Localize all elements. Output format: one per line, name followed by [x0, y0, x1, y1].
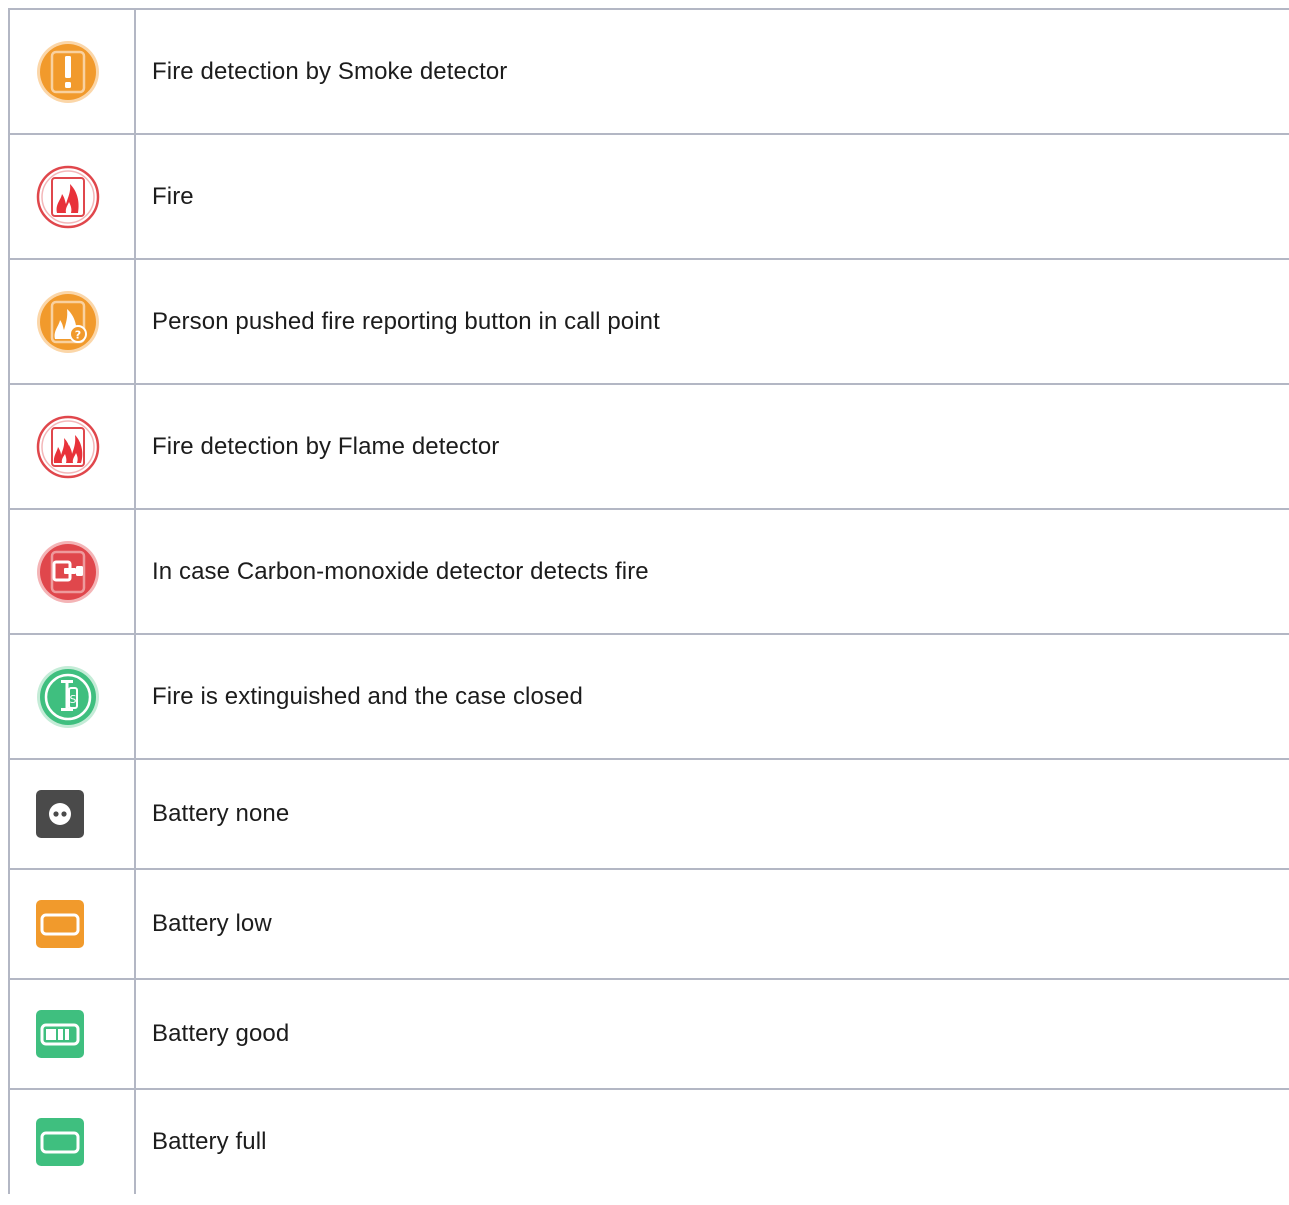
icon-cell	[8, 868, 136, 980]
table-row: ? Person pushed fire reporting button in…	[8, 258, 1289, 385]
icon-cell	[8, 978, 136, 1090]
table-row: S Fire is extinguished and the case clos…	[8, 633, 1289, 760]
fire-icon	[35, 164, 159, 230]
legend-label: In case Carbon-monoxide detector detects…	[134, 508, 1289, 635]
icon-cell	[8, 758, 136, 870]
smoke-alert-icon	[35, 39, 159, 105]
co-detector-icon	[35, 539, 159, 605]
table-row: Battery low	[8, 868, 1289, 980]
legend-label: Person pushed fire reporting button in c…	[134, 258, 1289, 385]
icon-cell	[8, 1088, 136, 1194]
table-row: Fire	[8, 133, 1289, 260]
icon-cell	[8, 383, 136, 510]
icon-cell	[8, 8, 136, 135]
legend-label: Battery none	[134, 758, 1289, 870]
battery-low-icon	[35, 899, 159, 949]
extinguisher-icon: S	[35, 664, 159, 730]
table-row: Battery full	[8, 1088, 1289, 1194]
table-row: Battery none	[8, 758, 1289, 870]
legend-label: Fire	[134, 133, 1289, 260]
legend-label: Battery full	[134, 1088, 1289, 1194]
table-row: In case Carbon-monoxide detector detects…	[8, 508, 1289, 635]
svg-text:?: ?	[75, 328, 81, 341]
battery-good-icon	[35, 1009, 159, 1059]
legend-label: Battery low	[134, 868, 1289, 980]
svg-text:S: S	[70, 693, 77, 706]
icon-cell	[8, 133, 136, 260]
table-row: Fire detection by Smoke detector	[8, 8, 1289, 135]
icon-cell: S	[8, 633, 136, 760]
table-row: Fire detection by Flame detector	[8, 383, 1289, 510]
icon-cell: ?	[8, 258, 136, 385]
flame-detector-icon	[35, 414, 159, 480]
call-point-icon: ?	[35, 289, 159, 355]
legend-label: Fire detection by Flame detector	[134, 383, 1289, 510]
legend-label: Fire is extinguished and the case closed	[134, 633, 1289, 760]
icon-legend-table: Fire detection by Smoke detector Fire ? …	[8, 8, 1289, 1194]
legend-label: Battery good	[134, 978, 1289, 1090]
table-row: Battery good	[8, 978, 1289, 1090]
icon-cell	[8, 508, 136, 635]
legend-label: Fire detection by Smoke detector	[134, 8, 1289, 135]
battery-none-icon	[35, 789, 159, 839]
battery-full-icon	[35, 1117, 159, 1167]
